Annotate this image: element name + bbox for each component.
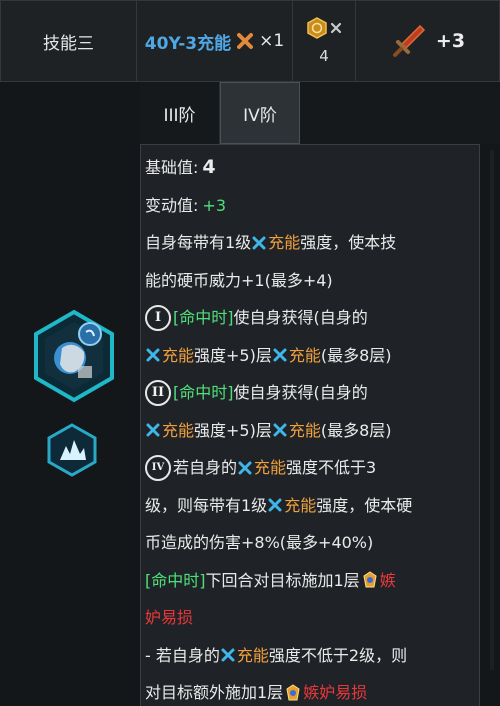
- desc-line: 充能 强度+5)层 充能 (最多8层): [145, 412, 479, 450]
- desc-text: 强度+5)层: [194, 345, 272, 365]
- desc-text: 下回合对目标施加1层: [205, 570, 360, 590]
- keyword-charge: 充能: [254, 458, 287, 477]
- desc-text: 级，则每带有1级: [145, 495, 268, 515]
- desc-line: II [命中时] 使自身获得(自身的: [145, 374, 479, 412]
- desc-line: 级，则每带有1级 充能 强度，使本硬: [145, 487, 479, 525]
- skill-name: 技能三: [0, 0, 137, 82]
- charge-icon: [268, 498, 282, 512]
- charge-icon: [273, 348, 287, 362]
- desc-line: 币造成的伤害+8%(最多+40%): [145, 524, 479, 562]
- charge-icon: [146, 348, 160, 362]
- keyword-on-hit: [命中时]: [173, 383, 234, 402]
- desc-text: 币造成的伤害+8%(最多+40%): [145, 533, 374, 552]
- variable-value: +3: [202, 195, 226, 215]
- desc-line: 妒易损: [145, 599, 479, 637]
- skill-header: 技能三 40Y-3充能 ×1 4 +3: [0, 0, 500, 82]
- sword-icon: [392, 24, 425, 57]
- base-value-line: 基础值: 4: [145, 149, 479, 187]
- attack-bonus-cell: +3: [356, 0, 500, 82]
- tier-tabs: III阶 IV阶: [140, 82, 500, 144]
- desc-text: 若自身的: [173, 458, 238, 477]
- keyword-charge: 充能: [162, 345, 195, 365]
- charge-icon: [221, 648, 235, 662]
- coin-4-icon: IV: [145, 454, 171, 481]
- keyword-charge: 充能: [284, 495, 317, 515]
- desc-text: 强度不低于2级，则: [268, 645, 408, 665]
- desc-line: 能的硬币威力+1(最多+4): [145, 262, 479, 300]
- desc-text: (最多8层): [320, 420, 392, 440]
- desc-line: [命中时] 下回合对目标施加1层 嫉: [145, 562, 479, 600]
- passive-emblem-icon[interactable]: [44, 422, 100, 478]
- envy-icon: [286, 684, 300, 701]
- tab-tier-4[interactable]: IV阶: [220, 82, 300, 144]
- scrollbar[interactable]: [490, 150, 494, 670]
- x-small-icon: [330, 22, 342, 34]
- attack-bonus: +3: [435, 30, 466, 52]
- desc-line: IV 若自身的 充能 强度不低于3: [145, 449, 479, 487]
- charge-icon: [252, 236, 266, 250]
- desc-text: 使自身获得(自身的: [233, 308, 368, 327]
- desc-text: (最多8层): [320, 345, 392, 365]
- desc-line: - 若自身的 充能 强度不低于2级，则: [145, 637, 479, 675]
- keyword-envy: 妒易损: [145, 608, 194, 627]
- coin-2-icon: II: [145, 379, 171, 406]
- desc-text: 对目标额外施加1层: [145, 683, 284, 702]
- desc-line: 充能 强度+5)层 充能 (最多8层): [145, 337, 479, 375]
- desc-line: 自身每带有1级 充能 强度，使本技: [145, 224, 479, 262]
- coin-1-icon: I: [145, 304, 171, 331]
- coin-icon: [307, 17, 327, 39]
- coin-count: 4: [319, 47, 329, 65]
- desc-text: - 若自身的: [145, 645, 220, 665]
- skill-description-panel: 基础值: 4 变动值: +3 自身每带有1级 充能 强度，使本技 能的硬币威力+…: [140, 144, 480, 706]
- keyword-charge: 充能: [288, 345, 321, 365]
- coin-cell: 4: [293, 0, 356, 82]
- desc-line: I [命中时] 使自身获得(自身的: [145, 299, 479, 337]
- keyword-charge: 充能: [236, 645, 269, 665]
- desc-text: 强度不低于3: [286, 458, 377, 477]
- desc-text: 强度+5)层: [194, 420, 272, 440]
- charge-icon: [238, 461, 252, 475]
- x-cross-icon: [237, 33, 254, 49]
- keyword-charge: 充能: [288, 420, 321, 440]
- variable-value-label: 变动值:: [145, 195, 199, 215]
- charge-icon: [273, 423, 287, 437]
- charge-cost-label: 40Y-3充能: [144, 33, 232, 54]
- envy-icon: [363, 571, 377, 588]
- left-column: [0, 82, 140, 706]
- charge-cost-count: ×1: [259, 31, 285, 51]
- desc-text: 能的硬币威力+1(最多+4): [145, 270, 333, 290]
- tab-tier-3[interactable]: III阶: [140, 82, 220, 144]
- desc-text: 强度，使本技: [300, 233, 397, 252]
- base-value-label: 基础值:: [145, 158, 199, 177]
- keyword-envy: 嫉妒易损: [303, 683, 368, 702]
- base-value: 4: [202, 156, 216, 178]
- desc-text: 使自身获得(自身的: [233, 383, 368, 402]
- keyword-on-hit: [命中时]: [173, 308, 234, 327]
- keyword-charge: 充能: [268, 233, 301, 252]
- keyword-envy: 嫉: [379, 570, 396, 590]
- keyword-charge: 充能: [162, 420, 195, 440]
- charge-cost: 40Y-3充能 ×1: [137, 0, 293, 82]
- skill-emblem-icon[interactable]: [26, 308, 122, 404]
- desc-line: 对目标额外施加1层 嫉妒易损: [145, 674, 479, 706]
- desc-text: 自身每带有1级: [145, 233, 252, 252]
- keyword-on-hit: [命中时]: [145, 570, 206, 590]
- variable-value-line: 变动值: +3: [145, 187, 479, 225]
- desc-text: 强度，使本硬: [316, 495, 413, 515]
- charge-icon: [146, 423, 160, 437]
